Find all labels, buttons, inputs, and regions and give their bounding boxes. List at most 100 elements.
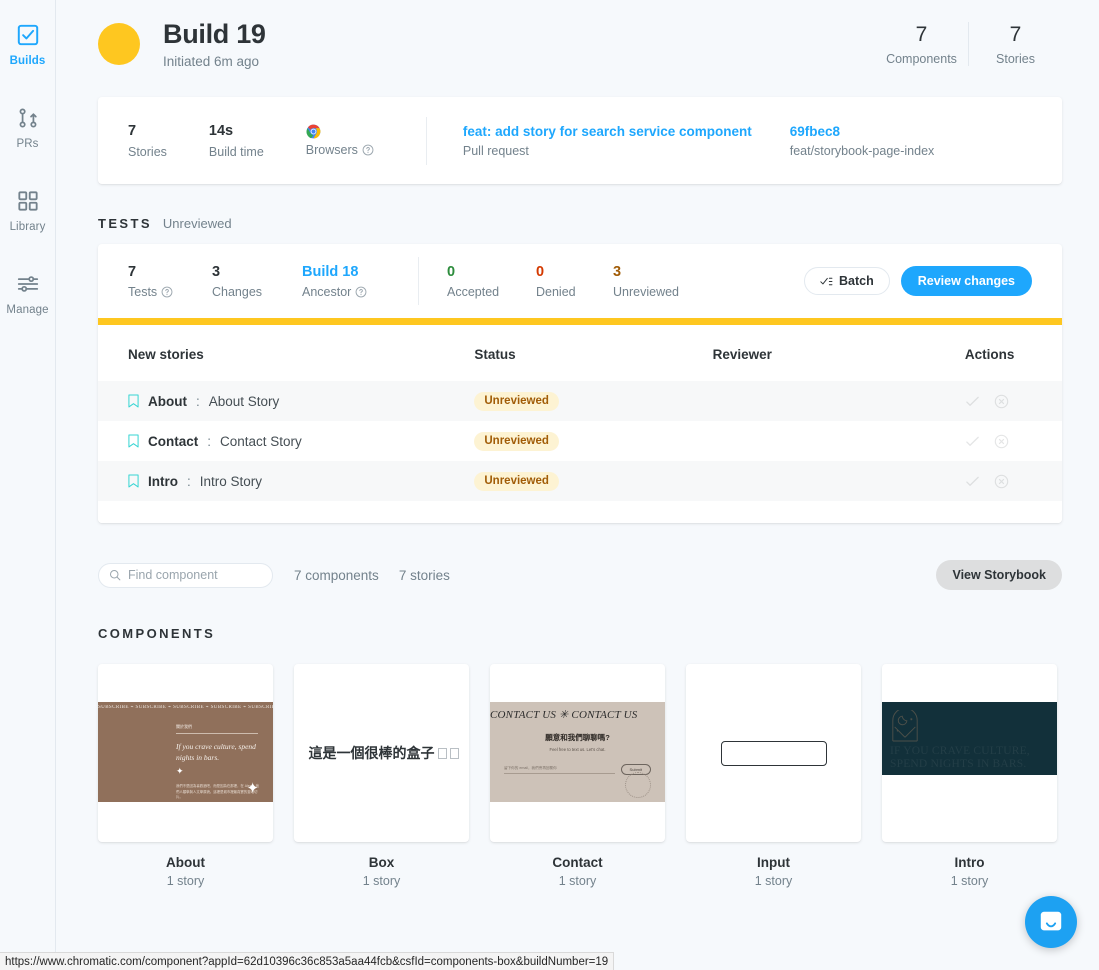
tests-stat-ancestor[interactable]: Build 18 Ancestor xyxy=(302,263,418,299)
component-thumbnail-input[interactable] xyxy=(686,664,861,842)
tofu-glyph xyxy=(437,748,447,759)
component-thumbnail-box[interactable]: 這是一個很棒的盒子 xyxy=(294,664,469,842)
summary-stories-label: Stories xyxy=(128,144,167,159)
sidebar: Builds PRs Library Manage xyxy=(0,0,56,970)
review-changes-button[interactable]: Review changes xyxy=(900,266,1032,296)
tests-count: 7 xyxy=(128,263,137,280)
pull-request-label: Pull request xyxy=(462,144,529,159)
pull-request-title[interactable]: feat: add story for search service compo… xyxy=(463,123,752,141)
status-badge: Unreviewed xyxy=(474,471,559,491)
view-storybook-button[interactable]: View Storybook xyxy=(936,560,1062,590)
sidebar-item-builds[interactable]: Builds xyxy=(0,22,56,67)
story-component-name: Intro xyxy=(148,473,178,489)
contact-email-input-preview: 留下你的 email，我們會再回覆你 xyxy=(504,766,615,774)
unreviewed-label: Unreviewed xyxy=(613,285,680,300)
help-icon[interactable] xyxy=(161,286,173,298)
changes-count: 3 xyxy=(212,263,221,280)
component-card-box[interactable]: 這是一個很棒的盒子 Box 1 story xyxy=(294,664,469,888)
search-box[interactable] xyxy=(98,562,273,588)
intro-preview-text: IF YOU CRAVE CULTURE, SPEND NIGHTS IN BA… xyxy=(890,745,1030,770)
contact-seal-icon xyxy=(625,772,651,798)
bookmark-icon xyxy=(128,434,139,448)
sidebar-item-library[interactable]: Library xyxy=(0,188,56,233)
row-reviewer-cell xyxy=(712,421,965,461)
sliders-icon xyxy=(17,276,38,292)
about-quote-text: If you crave culture, spend nights in ba… xyxy=(176,742,256,762)
denied-count: 0 xyxy=(536,263,545,280)
component-thumbnail-about[interactable]: SUBSCRIBE ⌁ SUBSCRIBE ⌁ SUBSCRIBE ⌁ SUBS… xyxy=(98,664,273,842)
component-thumbnail-intro[interactable]: IF YOU CRAVE CULTURE, SPEND NIGHTS IN BA… xyxy=(882,664,1057,842)
component-card-intro[interactable]: IF YOU CRAVE CULTURE, SPEND NIGHTS IN BA… xyxy=(882,664,1057,888)
component-name: Input xyxy=(757,855,790,870)
component-thumbnail-contact[interactable]: CONTACT US ✳ CONTACT US 願意和我們聊聊嗎? Feel f… xyxy=(490,664,665,842)
accepted-count: 0 xyxy=(447,263,456,280)
accepted-label: Accepted xyxy=(447,285,500,300)
table-row[interactable]: Intro: Intro Story Unreviewed xyxy=(98,461,1062,501)
bookmark-icon xyxy=(128,394,139,408)
stories-label: Stories xyxy=(996,52,1035,67)
story-name-group[interactable]: About: About Story xyxy=(98,394,474,409)
accept-check-icon[interactable] xyxy=(965,434,980,449)
story-name-group[interactable]: Intro: Intro Story xyxy=(98,474,474,489)
table-row[interactable]: Contact: Contact Story Unreviewed xyxy=(98,421,1062,461)
summary-buildtime-value: 14s xyxy=(208,123,234,140)
story-name-group[interactable]: Contact: Contact Story xyxy=(98,434,474,449)
about-marquee-text: SUBSCRIBE ⌁ SUBSCRIBE ⌁ SUBSCRIBE ⌁ SUBS… xyxy=(98,705,273,710)
component-name: Contact xyxy=(552,855,603,870)
tests-label: Tests xyxy=(128,285,158,300)
component-name: Box xyxy=(368,855,395,870)
pull-request-block[interactable]: feat: add story for search service compo… xyxy=(463,123,752,159)
component-card-about[interactable]: SUBSCRIBE ⌁ SUBSCRIBE ⌁ SUBSCRIBE ⌁ SUBS… xyxy=(98,664,273,888)
about-rule xyxy=(176,733,258,734)
input-preview-field xyxy=(720,740,827,766)
commit-block[interactable]: 69fbec8 feat/storybook-page-index xyxy=(790,123,935,159)
component-card-contact[interactable]: CONTACT US ✳ CONTACT US 願意和我們聊聊嗎? Feel f… xyxy=(490,664,665,888)
row-story-cell: Intro: Intro Story xyxy=(98,461,475,501)
sidebar-label-library: Library xyxy=(9,221,46,233)
header-stat-components: 7 Components xyxy=(875,22,968,66)
chrome-icon xyxy=(306,124,321,139)
summary-stat-browsers: Browsers xyxy=(306,124,374,157)
build-summary-card: 7 Stories 14s Build time Browsers feat: … xyxy=(98,97,1062,184)
help-icon[interactable] xyxy=(355,286,367,298)
row-actions-cell xyxy=(964,461,1062,501)
component-card-input[interactable]: Input 1 story xyxy=(686,664,861,888)
about-sparkle-icon: ✦ xyxy=(246,780,259,797)
tests-stat-tests: 7 Tests xyxy=(128,263,212,299)
deny-circle-x-icon[interactable] xyxy=(994,434,1009,449)
sidebar-label-prs: PRs xyxy=(16,138,39,150)
story-separator: : xyxy=(207,433,212,449)
deny-circle-x-icon[interactable] xyxy=(994,474,1009,489)
components-label: Components xyxy=(886,52,957,67)
component-story-count: 1 story xyxy=(754,874,793,888)
stories-table-head: New stories Status Reviewer Actions xyxy=(98,325,1062,381)
component-story-count: 1 story xyxy=(950,874,989,888)
batch-button[interactable]: Batch xyxy=(804,267,890,295)
commit-hash[interactable]: 69fbec8 xyxy=(790,123,935,141)
browser-status-bar: https://www.chromatic.com/component?appI… xyxy=(0,952,615,970)
column-header-reviewer: Reviewer xyxy=(712,325,965,381)
search-input[interactable] xyxy=(128,568,262,582)
sidebar-item-manage[interactable]: Manage xyxy=(0,271,56,316)
story-separator: : xyxy=(195,393,200,409)
ancestor-build-link[interactable]: Build 18 xyxy=(302,263,418,281)
accept-check-icon[interactable] xyxy=(965,474,980,489)
app-root: Builds PRs Library Manage Build 19 Initi… xyxy=(0,0,1099,970)
accept-check-icon[interactable] xyxy=(965,394,980,409)
components-count-text: 7 components xyxy=(294,567,379,583)
build-progress-bar xyxy=(98,318,1062,325)
box-preview-text: 這是一個很棒的盒子 xyxy=(308,745,435,761)
row-action-buttons xyxy=(965,394,1062,409)
intercom-chat-button[interactable] xyxy=(1025,896,1077,948)
component-counts: 7 components 7 stories xyxy=(294,568,450,583)
component-name: About xyxy=(166,855,205,870)
deny-circle-x-icon[interactable] xyxy=(994,394,1009,409)
tofu-glyph xyxy=(449,748,459,759)
tests-stat-denied: 0 Denied xyxy=(536,263,613,299)
table-row[interactable]: About: About Story Unreviewed xyxy=(98,381,1062,421)
help-icon[interactable] xyxy=(362,144,374,156)
summary-divider xyxy=(425,116,427,165)
component-name: Intro xyxy=(954,855,985,870)
sidebar-item-prs[interactable]: PRs xyxy=(0,105,56,150)
column-header-actions: Actions xyxy=(964,325,1062,381)
